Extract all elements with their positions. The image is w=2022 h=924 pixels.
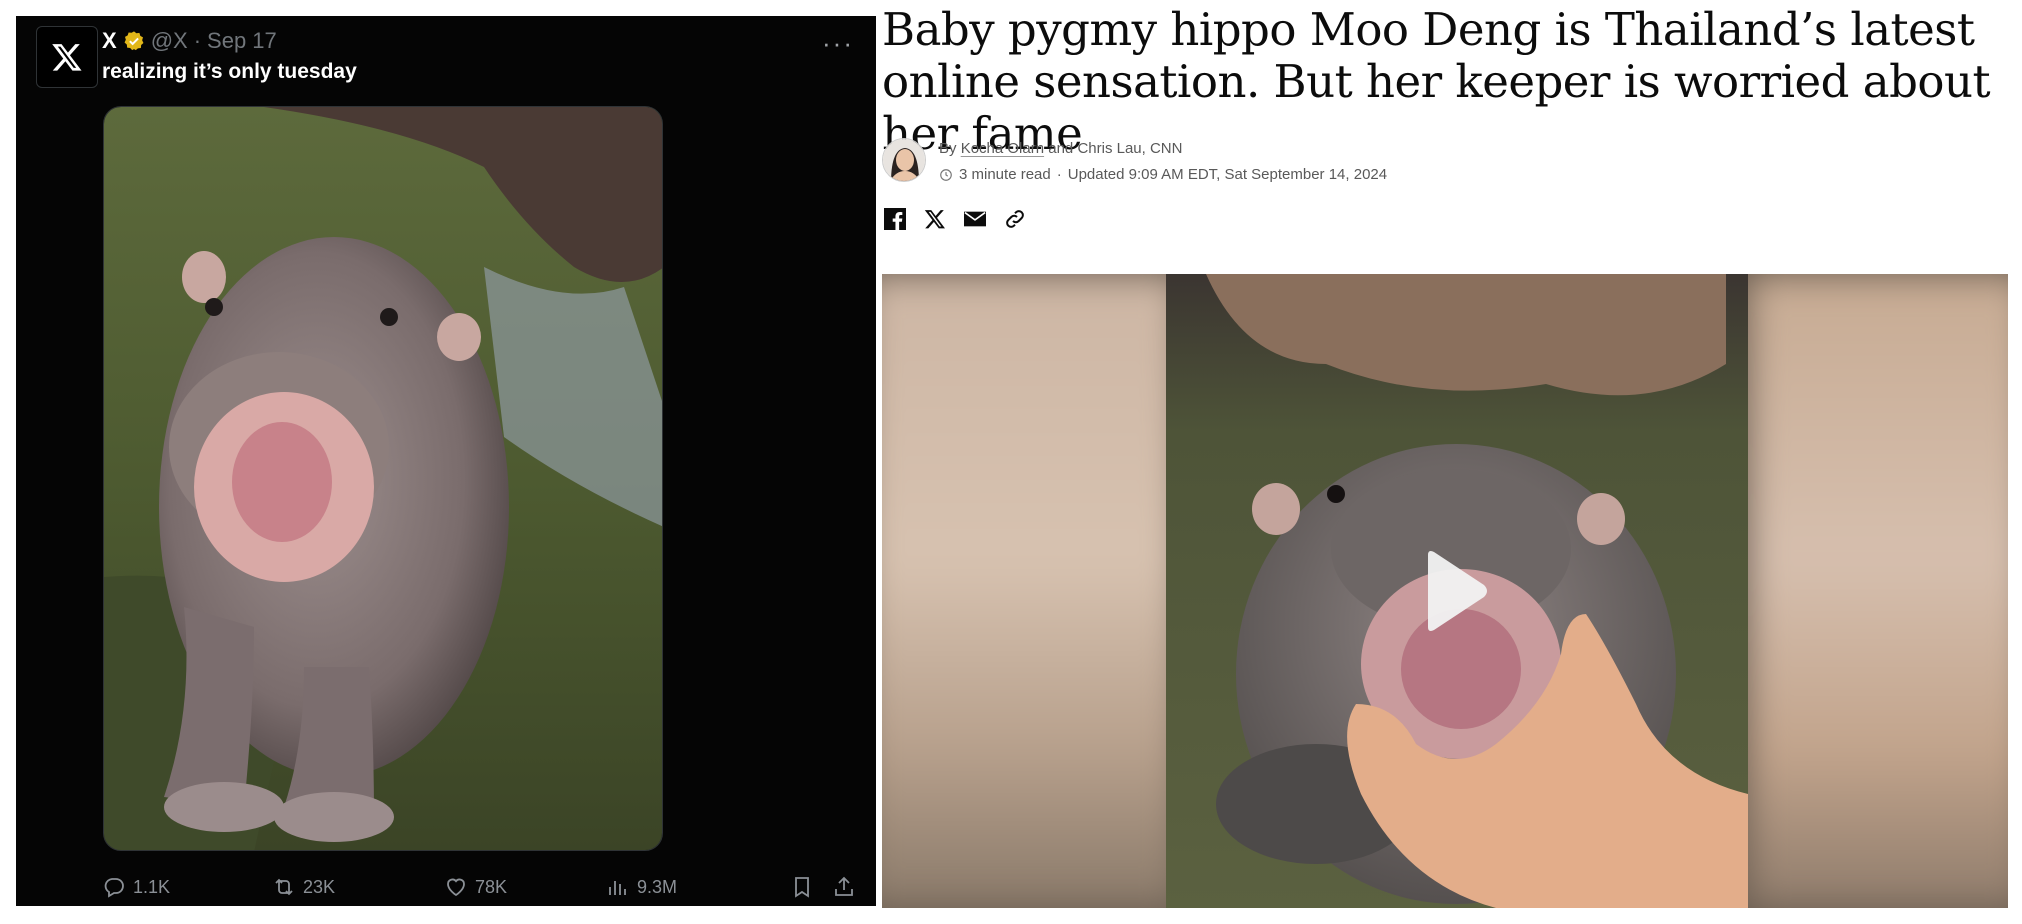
facebook-icon — [884, 208, 906, 230]
meta-dot: · — [1056, 166, 1062, 183]
account-handle[interactable]: @X — [151, 28, 188, 54]
reply-count: 1.1K — [133, 876, 171, 897]
bookmark-button[interactable] — [790, 875, 814, 899]
clock-icon — [940, 168, 952, 181]
play-icon[interactable] — [1420, 549, 1490, 633]
repost-button[interactable]: 23K — [272, 875, 444, 899]
facebook-share-button[interactable] — [882, 206, 908, 232]
bookmark-icon — [795, 877, 809, 898]
video-blur-right — [1748, 274, 2008, 908]
tweet-card[interactable]: X @X · Sep 17 ··· realizing it’s only tu… — [16, 16, 876, 906]
meta-separator: · — [193, 28, 202, 53]
share-button[interactable] — [832, 875, 856, 899]
byline-prefix: By — [939, 140, 957, 157]
article-meta: 3 minute read · Updated 9:09 AM EDT, Sat… — [939, 166, 1387, 183]
x-share-button[interactable] — [922, 206, 948, 232]
byline: By Kocha Olarn and Chris Lau, CNN — [939, 140, 1182, 157]
views-button[interactable]: 9.3M — [606, 875, 790, 899]
tweet-date[interactable]: Sep 17 — [207, 28, 277, 54]
email-share-button[interactable] — [962, 206, 988, 232]
author-photo — [883, 139, 925, 181]
link-icon — [1006, 210, 1024, 228]
views-count: 9.3M — [637, 876, 678, 897]
copy-link-button[interactable] — [1002, 206, 1028, 232]
x-logo-icon — [52, 44, 82, 71]
views-icon — [609, 881, 626, 895]
author-avatar[interactable] — [882, 138, 926, 182]
repost-count: 23K — [303, 876, 336, 897]
account-name[interactable]: X — [102, 28, 117, 54]
video-player[interactable] — [882, 274, 2008, 908]
pygmy-hippo-photo — [104, 107, 662, 850]
tweet-header: X @X · Sep 17 — [102, 28, 277, 54]
like-count: 78K — [475, 876, 508, 897]
share-icon — [835, 876, 853, 896]
email-icon — [964, 211, 986, 227]
reply-icon — [104, 878, 124, 898]
like-button[interactable]: 78K — [444, 875, 606, 899]
read-time: 3 minute read — [959, 166, 1051, 183]
updated-timestamp: Updated 9:09 AM EDT, Sat September 14, 2… — [1067, 166, 1388, 183]
byline-rest: and Chris Lau, CNN — [1048, 140, 1183, 157]
share-bar — [882, 206, 1028, 232]
tweet-text: realizing it’s only tuesday — [102, 60, 357, 83]
tweet-photo[interactable] — [103, 106, 663, 851]
verified-badge-icon — [124, 31, 144, 51]
x-logo-avatar[interactable] — [36, 26, 98, 88]
tweet-action-bar: 1.1K 23K 78K 9.3M — [102, 872, 856, 902]
news-article: Baby pygmy hippo Moo Deng is Thailand’s … — [882, 0, 2022, 924]
reply-button[interactable]: 1.1K — [102, 875, 272, 899]
like-icon — [447, 878, 465, 897]
more-icon[interactable]: ··· — [822, 28, 854, 59]
video-blur-left — [882, 274, 1182, 908]
article-headline: Baby pygmy hippo Moo Deng is Thailand’s … — [882, 3, 1991, 160]
repost-icon — [275, 878, 293, 896]
x-icon — [924, 210, 945, 229]
author-link[interactable]: Kocha Olarn — [961, 140, 1044, 157]
